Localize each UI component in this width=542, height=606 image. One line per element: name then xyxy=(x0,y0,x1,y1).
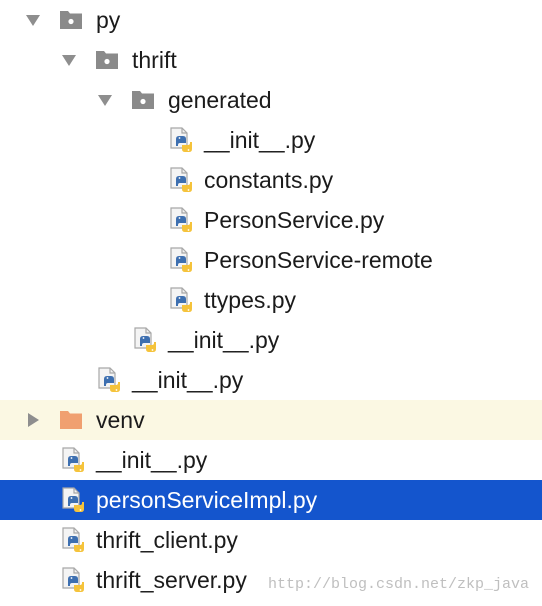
python-file-icon xyxy=(170,207,192,232)
package-folder-icon xyxy=(96,51,118,69)
chevron-right-icon[interactable] xyxy=(25,412,41,428)
package-folder-icon xyxy=(132,91,154,109)
tree-item-label: py xyxy=(96,7,121,33)
chevron-down-icon[interactable] xyxy=(25,12,41,28)
tree-row-file[interactable]: thrift_client.py xyxy=(0,520,542,560)
python-file-icon xyxy=(170,167,192,192)
python-file-icon xyxy=(134,327,156,352)
tree-row-file[interactable]: constants.py xyxy=(0,160,542,200)
python-file-icon xyxy=(62,567,84,592)
tree-row-file[interactable]: __init__.py xyxy=(0,440,542,480)
tree-item-label: personServiceImpl.py xyxy=(96,487,318,513)
tree-item-label: ttypes.py xyxy=(204,287,297,313)
tree-item-label: __init__.py xyxy=(96,447,208,473)
tree-item-label: thrift xyxy=(132,47,177,73)
python-file-icon xyxy=(62,487,84,512)
tree-row-venv[interactable]: venv xyxy=(0,400,542,440)
package-folder-icon xyxy=(60,11,82,29)
tree-item-label: PersonService-remote xyxy=(204,247,433,273)
excluded-folder-icon xyxy=(60,411,82,429)
tree-item-label: __init__.py xyxy=(132,367,244,393)
python-file-icon xyxy=(170,287,192,312)
tree-item-label: generated xyxy=(168,87,272,113)
tree-row-file[interactable]: __init__.py xyxy=(0,360,542,400)
tree-item-label: __init__.py xyxy=(204,127,316,153)
python-file-icon xyxy=(62,447,84,472)
tree-item-label: __init__.py xyxy=(168,327,280,353)
tree-row-file[interactable]: ttypes.py xyxy=(0,280,542,320)
python-file-icon xyxy=(98,367,120,392)
tree-row-generated[interactable]: generated xyxy=(0,80,542,120)
tree-row-file[interactable]: PersonService-remote xyxy=(0,240,542,280)
python-file-icon xyxy=(170,247,192,272)
tree-item-label: venv xyxy=(96,407,145,433)
tree-item-label: PersonService.py xyxy=(204,207,385,233)
python-file-icon xyxy=(62,527,84,552)
tree-row-file[interactable]: __init__.py xyxy=(0,320,542,360)
tree-row-file[interactable]: PersonService.py xyxy=(0,200,542,240)
tree-item-label: thrift_client.py xyxy=(96,527,238,553)
python-file-icon xyxy=(170,127,192,152)
tree-row-file-selected[interactable]: personServiceImpl.py xyxy=(0,480,542,520)
tree-item-label: thrift_server.py xyxy=(96,567,247,593)
tree-row-thrift[interactable]: thrift xyxy=(0,40,542,80)
tree-item-label: constants.py xyxy=(204,167,334,193)
chevron-down-icon[interactable] xyxy=(61,52,77,68)
chevron-down-icon[interactable] xyxy=(97,92,113,108)
tree-row-file[interactable]: __init__.py xyxy=(0,120,542,160)
tree-row-py[interactable]: py xyxy=(0,0,542,40)
watermark: http://blog.csdn.net/zkp_java xyxy=(268,576,530,593)
